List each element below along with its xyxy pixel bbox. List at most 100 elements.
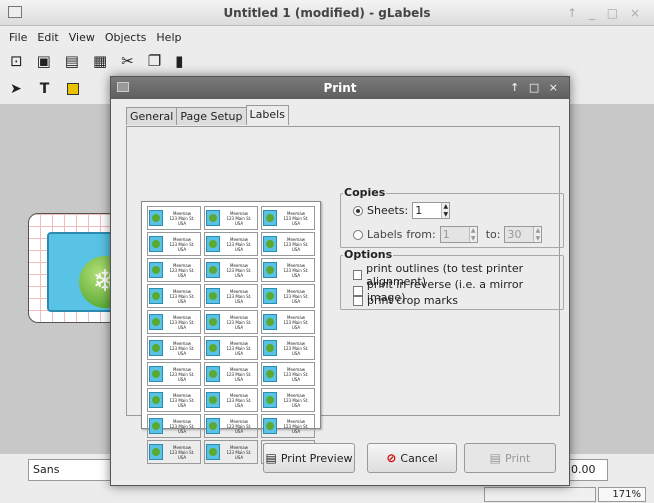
cancel-label: Cancel bbox=[400, 451, 438, 465]
sheet-label: Meemaw123 Main St.USA bbox=[261, 414, 315, 438]
ornament-thumbnail-icon bbox=[206, 236, 220, 252]
dialog-controls[interactable]: ↑ □ × bbox=[510, 77, 561, 99]
dialog-icon bbox=[117, 82, 129, 92]
sheets-radio[interactable] bbox=[353, 205, 363, 216]
address-line: USA bbox=[177, 246, 187, 252]
sheets-value[interactable]: 1 bbox=[413, 203, 441, 218]
from-label: from: bbox=[406, 228, 436, 241]
menu-file[interactable]: File bbox=[8, 31, 28, 44]
label-address-text: Meemaw123 Main St.USA bbox=[222, 211, 256, 226]
menu-objects[interactable]: Objects bbox=[104, 31, 148, 44]
address-line: 123 Main St. bbox=[169, 449, 195, 455]
address-line: USA bbox=[177, 454, 187, 460]
tab-page-setup[interactable]: Page Setup bbox=[176, 107, 247, 125]
cut-icon[interactable]: ✂ bbox=[121, 52, 134, 70]
address-line: USA bbox=[234, 246, 244, 252]
sheet-label: Meemaw123 Main St.USA bbox=[204, 388, 258, 412]
address-line: USA bbox=[177, 350, 187, 356]
font-family-field[interactable]: Sans bbox=[28, 459, 118, 481]
address-line: 123 Main St. bbox=[283, 397, 309, 403]
select-tool-icon[interactable]: ➤ bbox=[10, 81, 22, 97]
from-spinner[interactable]: 1 ▲ ▼ bbox=[439, 226, 478, 243]
label-address-text: Meemaw123 Main St.USA bbox=[222, 393, 256, 408]
options-group: Options print outlines (to test printer … bbox=[340, 248, 564, 310]
box-tool-icon[interactable] bbox=[67, 83, 80, 95]
sheet-label: Meemaw123 Main St.USA bbox=[147, 388, 201, 412]
labels-label: Labels bbox=[367, 228, 403, 241]
spinner-arrows-icon[interactable]: ▲ ▼ bbox=[468, 227, 477, 242]
address-line: USA bbox=[234, 428, 244, 434]
ornament-thumbnail-icon bbox=[263, 418, 277, 434]
font-size-field[interactable]: 0.00 bbox=[568, 459, 608, 481]
label-address-text: Meemaw123 Main St.USA bbox=[279, 341, 313, 356]
sheet-label: Meemaw123 Main St.USA bbox=[147, 362, 201, 386]
address-line: 123 Main St. bbox=[169, 397, 195, 403]
sheet-label: Meemaw123 Main St.USA bbox=[147, 258, 201, 282]
sheet-label: Meemaw123 Main St.USA bbox=[204, 284, 258, 308]
address-line: USA bbox=[177, 402, 187, 408]
address-line: 123 Main St. bbox=[283, 267, 309, 273]
to-spinner[interactable]: 30 ▲ ▼ bbox=[504, 226, 543, 243]
paste-icon[interactable]: ▮ bbox=[175, 52, 183, 70]
label-address-text: Meemaw123 Main St.USA bbox=[222, 315, 256, 330]
ornament-thumbnail-icon bbox=[149, 444, 163, 460]
ornament-thumbnail-icon bbox=[149, 314, 163, 330]
address-line: USA bbox=[234, 402, 244, 408]
print-button[interactable]: ▤ Print bbox=[464, 443, 556, 473]
save-icon[interactable]: ▤ bbox=[65, 52, 79, 70]
sheets-spinner[interactable]: 1 ▲ ▼ bbox=[412, 202, 451, 219]
cancel-button[interactable]: ⊘ Cancel bbox=[367, 443, 457, 473]
new-file-icon[interactable]: ⊡ bbox=[10, 52, 23, 70]
address-line: USA bbox=[234, 350, 244, 356]
dialog-title: Print bbox=[323, 81, 357, 95]
menu-view[interactable]: View bbox=[68, 31, 96, 44]
address-line: USA bbox=[291, 428, 301, 434]
ornament-thumbnail-icon bbox=[263, 314, 277, 330]
address-line: USA bbox=[234, 376, 244, 382]
open-icon[interactable]: ▣ bbox=[37, 52, 51, 70]
menu-help[interactable]: Help bbox=[155, 31, 182, 44]
address-line: 123 Main St. bbox=[283, 241, 309, 247]
spinner-arrows-icon[interactable]: ▲ ▼ bbox=[441, 203, 450, 218]
address-line: USA bbox=[291, 350, 301, 356]
cancel-icon: ⊘ bbox=[386, 451, 397, 465]
label-address-text: Meemaw123 Main St.USA bbox=[222, 237, 256, 252]
window-controls[interactable]: ↑ _ □ × bbox=[567, 0, 644, 26]
print-preview-button[interactable]: ▤ Print Preview bbox=[263, 443, 355, 473]
address-line: 123 Main St. bbox=[169, 423, 195, 429]
menubar: File Edit View Objects Help bbox=[0, 27, 654, 47]
ornament-thumbnail-icon bbox=[206, 314, 220, 330]
labels-radio[interactable] bbox=[353, 229, 363, 240]
crop-marks-checkbox[interactable] bbox=[353, 295, 363, 306]
tab-labels[interactable]: Labels bbox=[245, 105, 289, 125]
window-titlebar: Untitled 1 (modified) - gLabels ↑ _ □ × bbox=[0, 0, 654, 26]
copy-icon[interactable]: ❐ bbox=[148, 52, 161, 70]
tab-general[interactable]: General bbox=[126, 107, 178, 125]
label-address-text: Meemaw123 Main St.USA bbox=[222, 445, 256, 460]
address-line: 123 Main St. bbox=[283, 345, 309, 351]
sheet-label: Meemaw123 Main St.USA bbox=[147, 206, 201, 230]
menu-edit[interactable]: Edit bbox=[36, 31, 59, 44]
address-line: 123 Main St. bbox=[169, 241, 195, 247]
label-canvas[interactable]: ❄ bbox=[28, 213, 118, 323]
ornament-thumbnail-icon bbox=[263, 340, 277, 356]
text-tool-icon[interactable]: T bbox=[40, 81, 50, 97]
zoom-level: 171% bbox=[598, 487, 646, 502]
ornament-thumbnail-icon bbox=[206, 288, 220, 304]
label-image[interactable]: ❄ bbox=[47, 232, 117, 312]
sheet-label: Meemaw123 Main St.USA bbox=[147, 310, 201, 334]
ornament-thumbnail-icon bbox=[149, 392, 163, 408]
address-line: 123 Main St. bbox=[283, 293, 309, 299]
from-value[interactable]: 1 bbox=[441, 227, 469, 242]
label-address-text: Meemaw123 Main St.USA bbox=[279, 289, 313, 304]
print-icon[interactable]: ▦ bbox=[93, 52, 107, 70]
ornament-thumbnail-icon bbox=[206, 366, 220, 382]
to-value[interactable]: 30 bbox=[505, 227, 533, 242]
address-line: 123 Main St. bbox=[226, 449, 252, 455]
address-line: USA bbox=[177, 324, 187, 330]
spinner-arrows-icon[interactable]: ▲ ▼ bbox=[533, 227, 542, 242]
sheets-label: Sheets: bbox=[367, 204, 409, 217]
copies-title: Copies bbox=[343, 186, 387, 199]
address-line: USA bbox=[177, 428, 187, 434]
address-line: USA bbox=[291, 402, 301, 408]
